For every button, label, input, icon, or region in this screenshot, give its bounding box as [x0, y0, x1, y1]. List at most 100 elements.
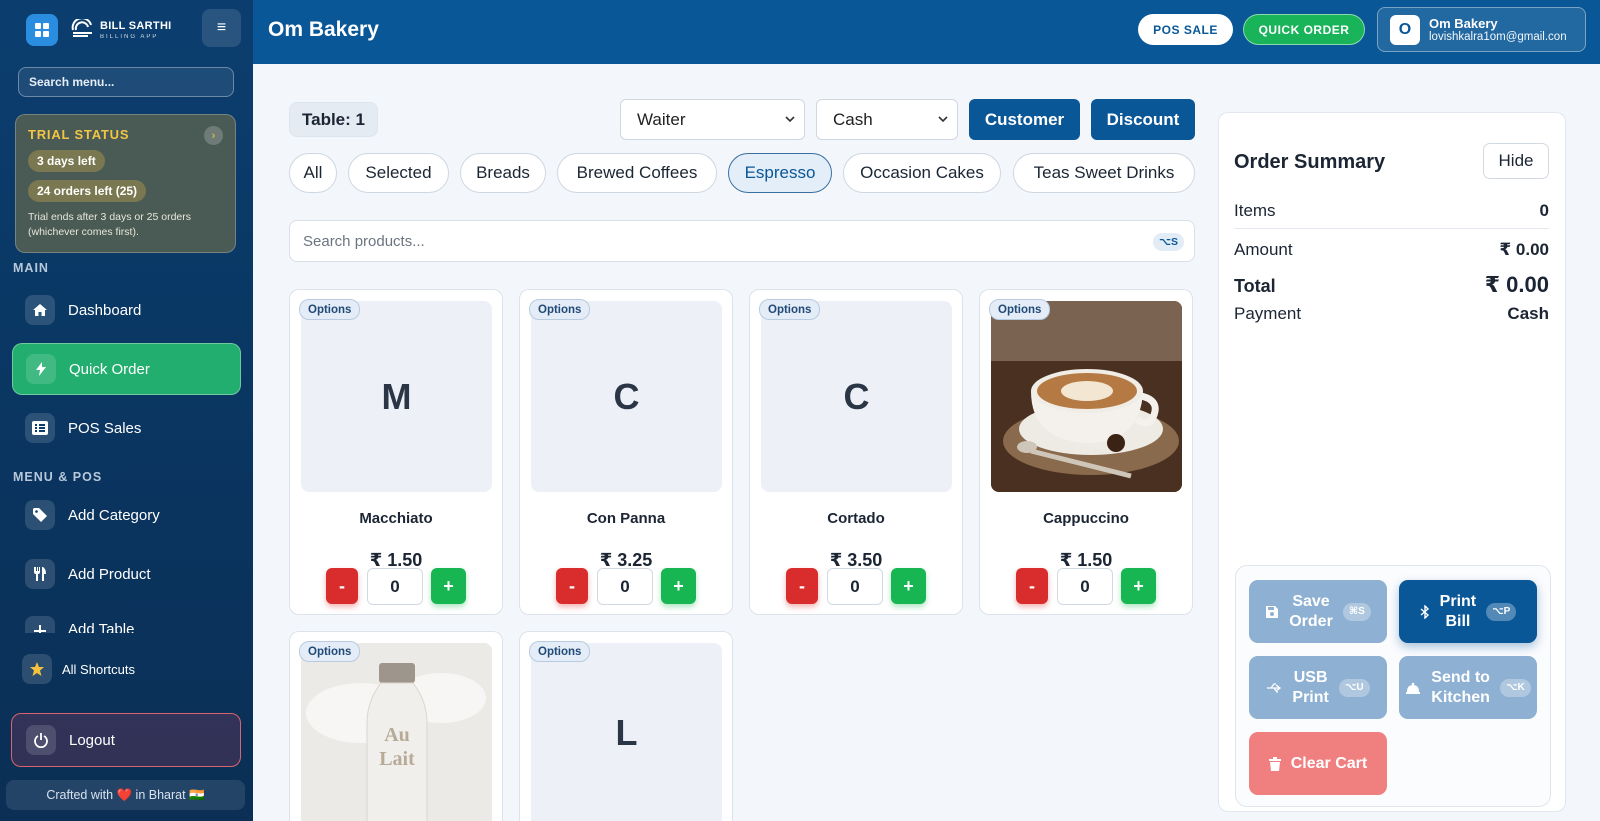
items-label: Items [1234, 201, 1276, 220]
increment-button[interactable]: + [1121, 568, 1156, 604]
save-label-1: Save [1292, 593, 1330, 611]
chevron-right-icon[interactable]: › [204, 126, 223, 145]
sidebar-item-pos-sales[interactable]: POS Sales [12, 402, 241, 454]
options-badge[interactable]: Options [529, 641, 591, 662]
product-card-l[interactable]: Options L [519, 631, 733, 821]
sidebar-item-add-product[interactable]: Add Product [12, 548, 241, 600]
decrement-button[interactable]: - [1016, 568, 1048, 604]
avatar: O [1390, 14, 1420, 45]
category-breads[interactable]: Breads [460, 153, 546, 193]
brand-logo: BILL SARTHI BILLING APP [70, 19, 172, 41]
clear-cart-button[interactable]: Clear Cart [1249, 732, 1387, 795]
hamburger-menu-icon[interactable]: ≡ [202, 9, 241, 47]
trial-days-badge: 3 days left [28, 150, 105, 172]
decrement-button[interactable]: - [786, 568, 818, 604]
logout-button[interactable]: Logout [11, 713, 241, 767]
usb-shortcut-badge: ⌥U [1338, 678, 1370, 697]
account-menu[interactable]: O Om Bakery lovishkalra1om@gmail.con [1377, 7, 1586, 52]
product-search-input[interactable] [290, 221, 1090, 261]
category-brewed-coffees[interactable]: Brewed Coffees [557, 153, 717, 193]
quantity-value[interactable]: 0 [827, 568, 883, 605]
save-label-2: Order [1289, 612, 1333, 630]
sidebar-item-label: Add Product [68, 565, 151, 583]
au-lait-bottle-photo: Au Lait [301, 643, 492, 821]
section-label-main: MAIN [13, 261, 49, 275]
summary-total-row: Total ₹ 0.00 [1234, 272, 1549, 298]
utensils-icon [25, 559, 55, 589]
quantity-value[interactable]: 0 [367, 568, 423, 605]
product-name: Con Panna [586, 510, 666, 527]
sidebar-item-label: Add Category [68, 506, 160, 524]
trial-title: TRIAL STATUS [28, 127, 130, 142]
options-badge[interactable]: Options [529, 299, 591, 320]
product-name: Cappuccino [1043, 510, 1129, 527]
category-teas-sweet-drinks[interactable]: Teas Sweet Drinks [1013, 153, 1195, 193]
product-card-au-lait[interactable]: Options Au Lait [289, 631, 503, 821]
product-card-cappuccino[interactable]: Options Cappuccino ₹ 1.50 - 0 + [979, 289, 1193, 615]
order-summary-panel: Order Summary Hide Items 0 Amount ₹ 0.00… [1218, 112, 1566, 812]
hide-summary-button[interactable]: Hide [1483, 143, 1549, 179]
product-name: Macchiato [359, 510, 433, 527]
options-badge[interactable]: Options [759, 299, 821, 320]
discount-button[interactable]: Discount [1091, 99, 1195, 140]
category-espresso[interactable]: Espresso [728, 153, 832, 193]
sidebar: BILL SARTHI BILLING APP ≡ TRIAL STATUS ›… [0, 0, 253, 821]
options-badge[interactable]: Options [299, 641, 361, 662]
sidebar-item-quick-order[interactable]: Quick Order [12, 343, 241, 395]
decrement-button[interactable]: - [326, 568, 358, 604]
cappuccino-photo [991, 301, 1182, 492]
quantity-value[interactable]: 0 [1057, 568, 1113, 605]
product-card-macchiato[interactable]: Options M Macchiato ₹ 1.50 - 0 + [289, 289, 503, 615]
all-shortcuts-link[interactable]: All Shortcuts [22, 654, 135, 684]
product-placeholder: L [531, 643, 722, 821]
product-card-con-panna[interactable]: Options C Con Panna ₹ 3.25 - 0 + [519, 289, 733, 615]
chevron-down-icon [938, 116, 948, 123]
payment-label: Payment [1234, 304, 1302, 323]
increment-button[interactable]: + [891, 568, 926, 604]
chevron-down-icon [785, 116, 795, 123]
app-grid-icon[interactable] [26, 14, 58, 46]
star-icon [22, 654, 52, 684]
category-occasion-cakes[interactable]: Occasion Cakes [843, 153, 1001, 193]
bottle-label-text: Au [384, 724, 410, 746]
increment-button[interactable]: + [431, 568, 466, 604]
sidebar-item-dashboard[interactable]: Dashboard [12, 284, 241, 336]
sidebar-item-label: Quick Order [69, 360, 150, 378]
trial-note: Trial ends after 3 days or 25 orders (wh… [28, 211, 192, 239]
payment-select[interactable]: Cash [816, 99, 958, 140]
waiter-select[interactable]: Waiter [620, 99, 805, 140]
options-badge[interactable]: Options [299, 299, 361, 320]
quantity-value[interactable]: 0 [597, 568, 653, 605]
au-lait-bottle-image: Au Lait [301, 643, 492, 821]
product-card-cortado[interactable]: Options C Cortado ₹ 3.50 - 0 + [749, 289, 963, 615]
list-icon [25, 413, 55, 443]
save-order-button[interactable]: Save Order ⌘S [1249, 580, 1387, 643]
sidebar-search-input[interactable] [18, 67, 234, 97]
category-selected[interactable]: Selected [348, 153, 449, 193]
quick-order-button[interactable]: QUICK ORDER [1243, 14, 1365, 45]
pos-sale-button[interactable]: POS SALE [1138, 14, 1233, 45]
save-icon [1265, 605, 1279, 619]
kitchen-shortcut-badge: ⌥K [1499, 678, 1531, 697]
trial-status-card: TRIAL STATUS › 3 days left 24 orders lef… [15, 114, 236, 253]
total-label: Total [1234, 276, 1276, 296]
options-badge[interactable]: Options [989, 299, 1051, 320]
usb-label-2: Print [1292, 688, 1329, 706]
increment-button[interactable]: + [661, 568, 696, 604]
send-to-kitchen-button[interactable]: Send to Kitchen ⌥K [1399, 656, 1537, 719]
bottle-label-text: Lait [379, 748, 415, 770]
customer-button[interactable]: Customer [969, 99, 1080, 140]
sidebar-item-add-category[interactable]: Add Category [12, 489, 241, 541]
print-bill-button[interactable]: Print Bill ⌥P [1399, 580, 1537, 643]
category-all[interactable]: All [289, 153, 337, 193]
bluetooth-icon [1420, 604, 1430, 619]
shortcuts-label: All Shortcuts [62, 661, 135, 677]
bolt-icon [26, 354, 56, 384]
order-actions: Save Order ⌘S Print Bill ⌥P USB Print ⌥U Se… [1235, 565, 1551, 807]
sidebar-item-label: Add Table [68, 621, 135, 633]
sidebar-item-add-table[interactable]: Add Table [12, 607, 241, 633]
usb-print-button[interactable]: USB Print ⌥U [1249, 656, 1387, 719]
brand-name: BILL SARTHI [100, 19, 172, 32]
section-label-menu-pos: MENU & POS [13, 470, 103, 484]
decrement-button[interactable]: - [556, 568, 588, 604]
